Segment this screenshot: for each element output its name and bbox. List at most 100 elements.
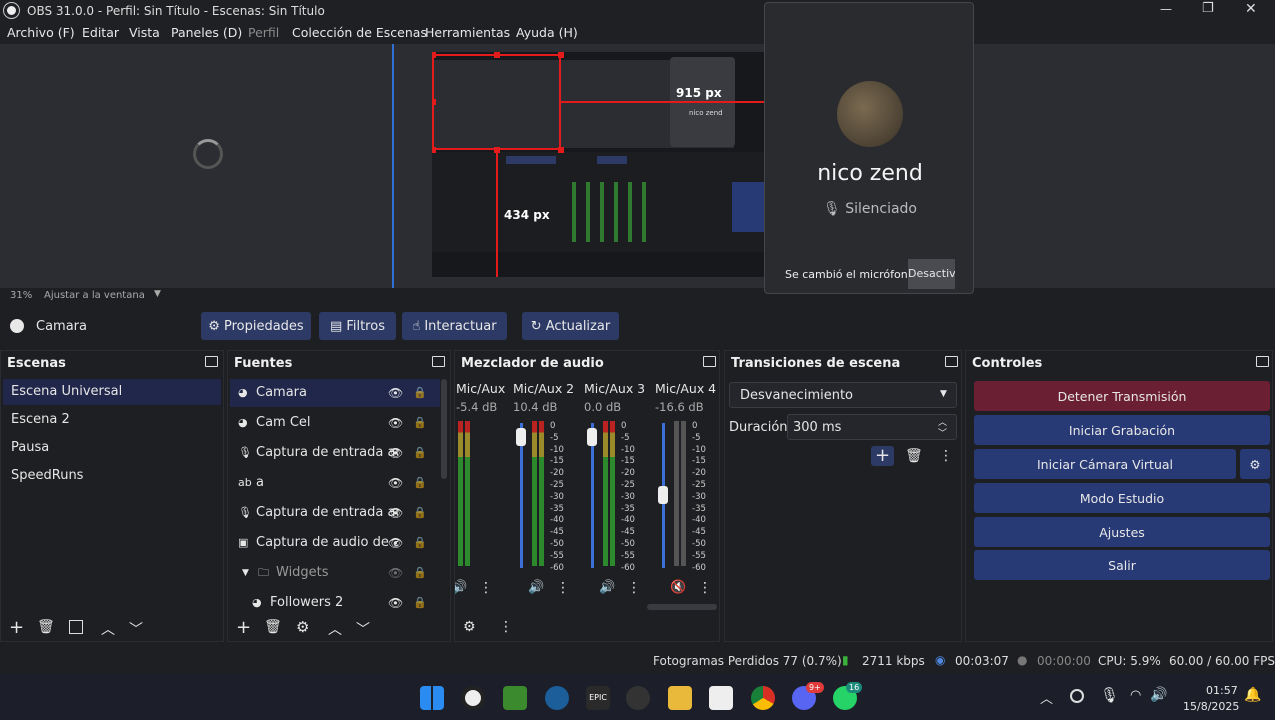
- source-item[interactable]: 🎙 Captura de entrada audio👁 🔒: [230, 499, 440, 527]
- add-transition-icon[interactable]: +: [871, 446, 895, 466]
- wifi-icon[interactable]: ◠: [1130, 688, 1141, 703]
- volume-icon[interactable]: 🔊: [1150, 687, 1167, 703]
- menu-perfil[interactable]: Perfil: [248, 25, 279, 40]
- volume-slider-handle[interactable]: [516, 428, 526, 446]
- preview-canvas[interactable]: nico zend 915 px 434 px: [0, 44, 1275, 288]
- studio-mode-button[interactable]: Modo Estudio: [974, 483, 1270, 513]
- chrome-icon[interactable]: [751, 686, 775, 710]
- interact-button[interactable]: ☝ Interactuar: [402, 312, 507, 340]
- source-item[interactable]: 🎙 Captura de entrada audio👁 🔒: [230, 439, 440, 467]
- duration-input[interactable]: 300 ms ︿ ﹀: [787, 414, 957, 440]
- more-icon[interactable]: ⋮: [479, 580, 493, 596]
- eye-icon[interactable]: 👁: [388, 469, 403, 497]
- steam-icon[interactable]: [545, 686, 569, 710]
- menu-ayuda[interactable]: Ayuda (H): [516, 25, 578, 40]
- eye-icon[interactable]: 👁: [388, 499, 403, 527]
- eye-icon[interactable]: 👁: [388, 589, 403, 617]
- move-up-icon[interactable]: ︿: [328, 619, 342, 639]
- transition-select[interactable]: Desvanecimiento ▼: [729, 382, 957, 408]
- scene-item[interactable]: Escena Universal: [3, 379, 221, 405]
- undock-icon[interactable]: [945, 356, 958, 367]
- refresh-button[interactable]: ↻ Actualizar: [522, 312, 619, 340]
- start-virtual-camera-button[interactable]: Iniciar Cámara Virtual: [974, 449, 1236, 479]
- virtual-camera-settings-button[interactable]: ⚙: [1240, 449, 1270, 479]
- settings-button[interactable]: Ajustes: [974, 517, 1270, 547]
- more-icon[interactable]: ⋮: [698, 580, 712, 596]
- epic-games-icon[interactable]: EPIC: [586, 686, 610, 710]
- windows-start-icon[interactable]: [420, 686, 444, 710]
- maximize-button[interactable]: ❐: [1202, 1, 1214, 16]
- source-item[interactable]: ab a 👁 🔒: [230, 469, 440, 497]
- properties-button[interactable]: ⚙ Propiedades: [201, 312, 311, 340]
- more-icon[interactable]: ⋮: [556, 580, 570, 596]
- obs-icon[interactable]: [461, 686, 485, 710]
- undock-icon[interactable]: [703, 356, 716, 367]
- close-button[interactable]: ✕: [1245, 1, 1257, 17]
- undock-icon[interactable]: [1256, 356, 1269, 367]
- obs-tray-icon[interactable]: [1070, 689, 1084, 703]
- move-down-icon[interactable]: ﹀: [356, 619, 370, 639]
- advanced-audio-icon[interactable]: ⚙: [463, 619, 476, 635]
- trash-icon[interactable]: 🗑: [905, 448, 923, 464]
- more-icon[interactable]: ⋮: [499, 619, 513, 635]
- exit-button[interactable]: Salir: [974, 550, 1270, 580]
- trash-icon[interactable]: 🗑: [37, 619, 55, 635]
- minimize-button[interactable]: —: [1160, 2, 1172, 16]
- lock-icon[interactable]: 🔒: [413, 499, 427, 527]
- spin-down-icon[interactable]: ﹀: [938, 426, 947, 439]
- add-scene-icon[interactable]: +: [9, 617, 24, 638]
- add-source-icon[interactable]: +: [236, 617, 251, 638]
- undock-icon[interactable]: [432, 356, 445, 367]
- eye-icon[interactable]: 👁: [388, 439, 403, 467]
- lock-icon[interactable]: 🔒: [413, 559, 427, 587]
- deactivate-button[interactable]: Desactiva: [908, 259, 955, 289]
- zoom-fit-select[interactable]: Ajustar a la ventana: [44, 290, 145, 301]
- volume-muted-icon[interactable]: 🔇: [670, 580, 686, 595]
- clock-time[interactable]: 01:57: [1206, 684, 1238, 697]
- filter-icon[interactable]: [69, 620, 83, 634]
- mic-muted-icon[interactable]: 🎙: [1100, 686, 1119, 704]
- eye-icon[interactable]: 👁: [388, 409, 403, 437]
- volume-icon[interactable]: 🔊: [528, 580, 544, 595]
- stop-stream-button[interactable]: Detener Transmisión: [974, 381, 1270, 411]
- chat-icon[interactable]: [626, 686, 650, 710]
- eye-icon[interactable]: 👁: [388, 379, 403, 407]
- source-item[interactable]: ▣ Captura de audio de ap 👁 🔒: [230, 529, 440, 557]
- chevron-down-icon[interactable]: ▼: [242, 559, 249, 587]
- scrollbar[interactable]: [647, 604, 717, 610]
- menu-paneles[interactable]: Paneles (D): [171, 25, 242, 40]
- lock-icon[interactable]: 🔒: [413, 589, 427, 617]
- clock-date[interactable]: 15/8/2025: [1183, 700, 1239, 713]
- eye-icon[interactable]: 👁: [388, 529, 403, 557]
- move-down-icon[interactable]: ﹀: [129, 619, 143, 639]
- menu-archivo[interactable]: Archivo (F): [7, 25, 75, 40]
- notification-bell-icon[interactable]: 🔔: [1244, 687, 1261, 703]
- volume-slider-handle[interactable]: [658, 486, 668, 504]
- scene-item[interactable]: Escena 2: [3, 407, 221, 433]
- chevron-up-icon[interactable]: ︿: [1040, 688, 1053, 707]
- move-up-icon[interactable]: ︿: [101, 619, 115, 639]
- more-icon[interactable]: ⋮: [627, 580, 641, 596]
- trash-icon[interactable]: 🗑: [264, 619, 282, 635]
- lock-icon[interactable]: 🔒: [413, 439, 427, 467]
- menu-coleccion[interactable]: Colección de Escenas: [292, 25, 427, 40]
- volume-slider-handle[interactable]: [587, 428, 597, 446]
- source-item[interactable]: ▼ 🗀 Widgets 👁 🔒: [230, 559, 440, 587]
- menu-editar[interactable]: Editar: [82, 25, 119, 40]
- menu-vista[interactable]: Vista: [129, 25, 160, 40]
- chevron-down-icon[interactable]: ▼: [154, 289, 161, 299]
- eye-hidden-icon[interactable]: 👁: [388, 559, 403, 587]
- scene-item[interactable]: Pausa: [3, 435, 221, 461]
- start-recording-button[interactable]: Iniciar Grabación: [974, 415, 1270, 445]
- source-item[interactable]: ◕ Followers 2 👁 🔒: [230, 589, 440, 617]
- app-icon[interactable]: [709, 686, 733, 710]
- menu-herramientas[interactable]: Herramientas: [425, 25, 510, 40]
- lock-icon[interactable]: 🔒: [413, 379, 427, 407]
- lock-icon[interactable]: 🔒: [413, 529, 427, 557]
- lock-icon[interactable]: 🔒: [413, 409, 427, 437]
- scrollbar[interactable]: [441, 379, 447, 479]
- scene-item[interactable]: SpeedRuns: [3, 463, 221, 489]
- source-item[interactable]: ◕ Cam Cel 👁 🔒: [230, 409, 440, 437]
- more-icon[interactable]: ⋮: [939, 448, 953, 464]
- undock-icon[interactable]: [205, 356, 218, 367]
